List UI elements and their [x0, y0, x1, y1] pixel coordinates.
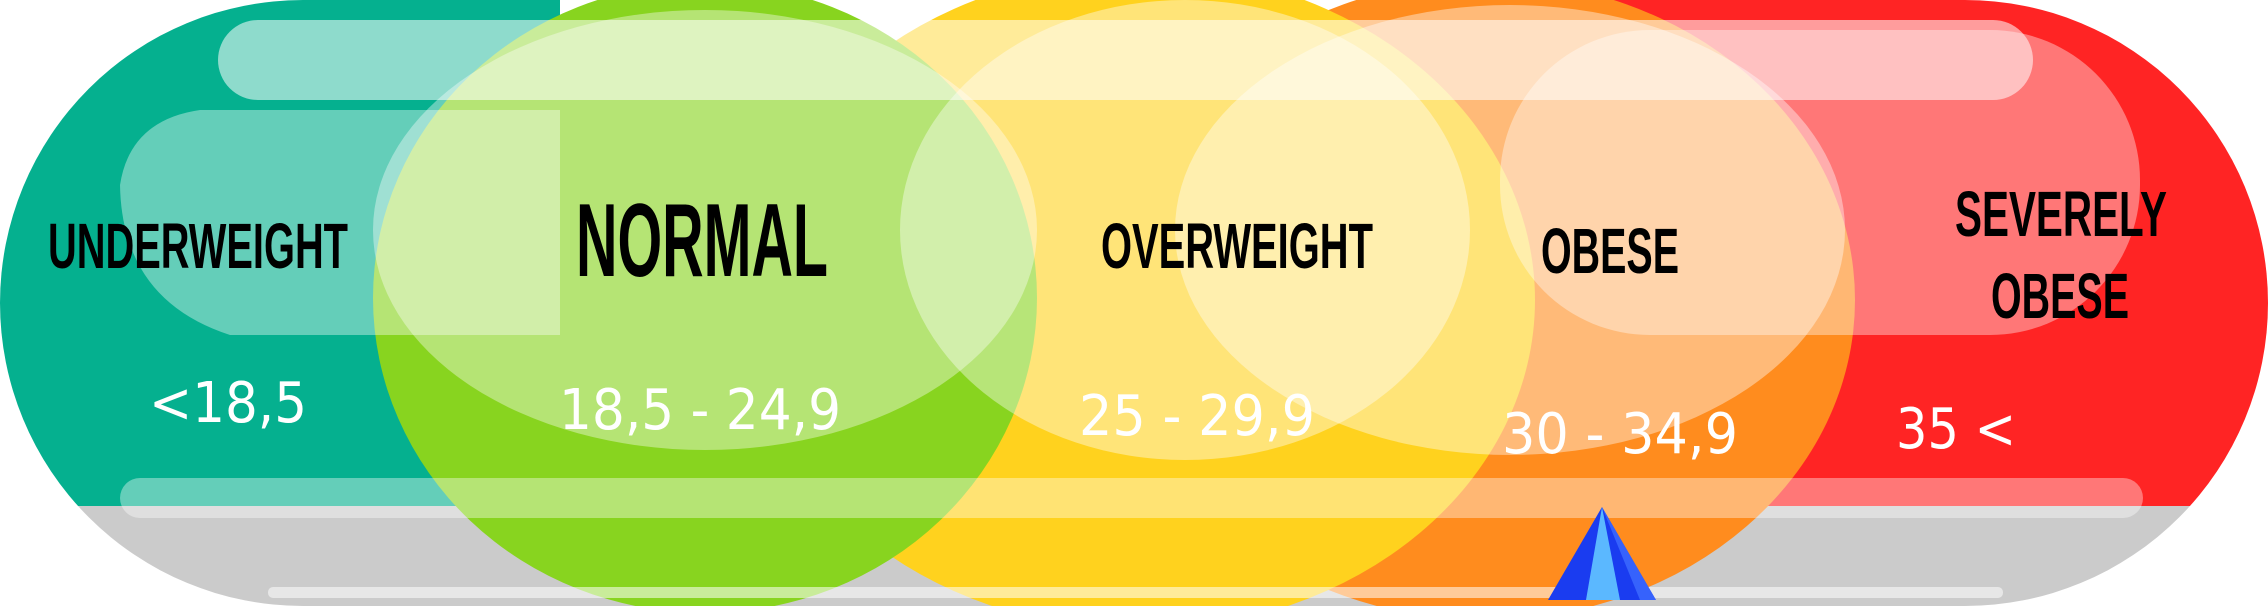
label-obese: OBESE — [1541, 215, 1679, 287]
gloss-top-bar — [218, 20, 2033, 100]
range-normal: 18,5 - 24,9 — [559, 378, 841, 443]
range-severely-obese: 35 < — [1896, 397, 2016, 462]
label-severely: SEVERELY — [1955, 178, 2167, 250]
scale-body — [0, 0, 2268, 606]
bmi-scale: UNDERWEIGHT NORMAL OVERWEIGHT OBESE SEVE… — [0, 0, 2268, 606]
range-obese: 30 - 34,9 — [1502, 402, 1738, 467]
label-overweight: OVERWEIGHT — [1101, 210, 1373, 282]
range-overweight: 25 - 29,9 — [1079, 384, 1315, 449]
label-normal: NORMAL — [576, 183, 828, 299]
range-underweight: <18,5 — [149, 371, 307, 436]
gloss-bottom-bar — [120, 478, 2143, 518]
base-shine — [268, 587, 2003, 598]
label-underweight: UNDERWEIGHT — [48, 210, 348, 282]
label-severely-obese: OBESE — [1991, 260, 2129, 332]
